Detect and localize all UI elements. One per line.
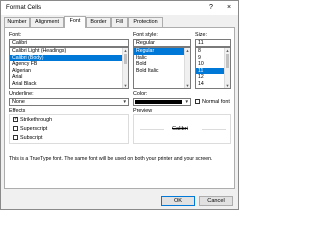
font-name-input[interactable]: Calibri (9, 39, 129, 47)
scroll-thumb[interactable] (124, 54, 127, 64)
dialog-title: Format Cells (6, 4, 42, 11)
preview-box: Calibri (133, 114, 231, 144)
underline-dropdown[interactable]: None ▼ (9, 98, 129, 106)
tab-protection[interactable]: Protection (128, 17, 163, 27)
preview-baseline-right (202, 129, 226, 130)
font-tab-panel: Font: Calibri Calibri Light (Headings) C… (4, 27, 235, 189)
list-item[interactable]: Arial Black (10, 81, 128, 88)
strikethrough-label: Strikethrough (20, 117, 53, 123)
normal-font-label: Normal font (202, 99, 230, 105)
tab-number[interactable]: Number (4, 17, 30, 27)
font-list[interactable]: Calibri Light (Headings) Calibri (Body) … (9, 47, 129, 89)
tab-border[interactable]: Border (86, 17, 111, 27)
underline-label: Underline: (9, 91, 34, 97)
list-item[interactable]: Regular (134, 48, 190, 55)
font-style-input[interactable]: Regular (133, 39, 191, 47)
subscript-checkbox[interactable] (13, 135, 18, 140)
ok-button[interactable]: OK (161, 196, 195, 206)
subscript-label: Subscript (20, 135, 43, 141)
size-label: Size: (195, 32, 207, 38)
color-label: Color: (133, 91, 148, 97)
list-item[interactable]: Calibri Light (Headings) (10, 48, 128, 55)
list-item[interactable]: Bold (134, 61, 190, 68)
tab-fill[interactable]: Fill (111, 17, 128, 27)
font-style-scrollbar[interactable]: ▲ ▼ (184, 48, 190, 88)
title-bar: Format Cells ? × (1, 1, 238, 15)
scroll-up-icon[interactable]: ▲ (225, 48, 230, 53)
underline-value: None (12, 99, 25, 105)
scroll-down-icon[interactable]: ▼ (185, 83, 190, 88)
chevron-down-icon: ▼ (122, 99, 127, 104)
font-style-label: Font style: (133, 32, 158, 38)
preview-baseline-left (140, 129, 164, 130)
scroll-down-icon[interactable]: ▼ (123, 83, 128, 88)
list-item[interactable]: Calibri (Body) (10, 54, 128, 62)
close-icon[interactable]: × (227, 3, 231, 12)
scroll-up-icon[interactable]: ▲ (123, 48, 128, 53)
list-item[interactable]: Algerian (10, 68, 128, 75)
normal-font-checkbox[interactable] (195, 99, 200, 104)
font-list-scrollbar[interactable]: ▲ ▼ (122, 48, 128, 88)
strikethrough-checkbox[interactable] (13, 116, 18, 122)
help-icon[interactable]: ? (209, 3, 213, 12)
list-item[interactable]: Bold Italic (134, 68, 190, 75)
list-item[interactable]: Italic (134, 55, 190, 62)
color-dropdown[interactable]: ▼ (133, 98, 191, 106)
scroll-up-icon[interactable]: ▲ (185, 48, 190, 53)
scroll-thumb[interactable] (226, 54, 229, 68)
format-cells-dialog: Format Cells ? × Number Alignment Font B… (0, 0, 239, 210)
size-list-scrollbar[interactable]: ▲ ▼ (224, 48, 230, 88)
list-item[interactable]: Agency FB (10, 61, 128, 68)
tab-alignment[interactable]: Alignment (30, 17, 64, 27)
superscript-label: Superscript (20, 126, 48, 132)
color-swatch (135, 100, 182, 104)
preview-text: Calibri (172, 126, 188, 132)
truetype-info-text: This is a TrueType font. The same font w… (9, 156, 213, 162)
chevron-down-icon: ▼ (184, 99, 189, 104)
size-list[interactable]: 8 9 10 11 12 14 ▲ ▼ (195, 47, 231, 89)
font-label: Font: (9, 32, 22, 38)
superscript-checkbox[interactable] (13, 126, 18, 131)
size-input[interactable]: 11 (195, 39, 231, 47)
scroll-down-icon[interactable]: ▼ (225, 83, 230, 88)
list-item[interactable]: Arial (10, 74, 128, 81)
font-style-list[interactable]: Regular Italic Bold Bold Italic ▲ ▼ (133, 47, 191, 89)
cancel-button[interactable]: Cancel (199, 196, 233, 206)
tab-font[interactable]: Font (64, 16, 86, 28)
